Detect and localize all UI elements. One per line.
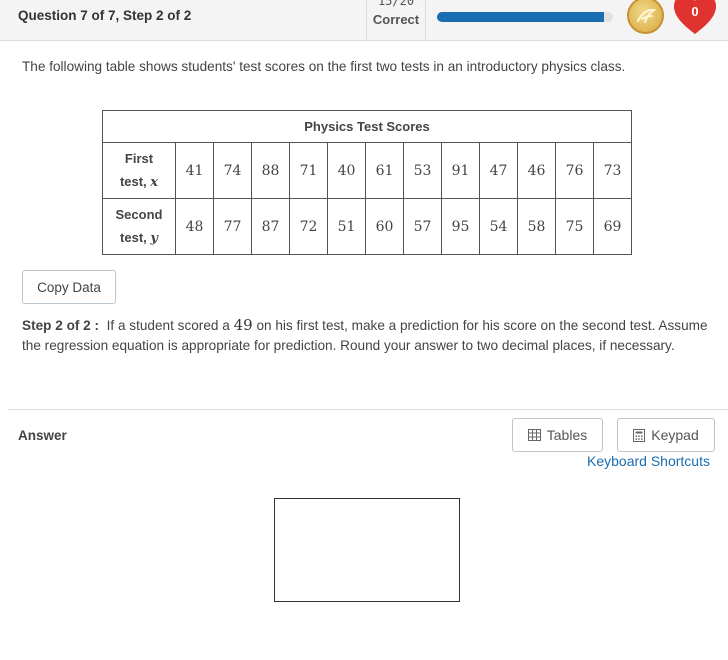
keypad-button[interactable]: Keypad: [617, 418, 715, 452]
step-text-a: If a student scored a: [106, 318, 230, 333]
table-cell: 71: [289, 142, 328, 199]
table-cell: 41: [175, 142, 214, 199]
table-grid-icon: [527, 429, 541, 441]
tables-button-label: Tables: [546, 427, 588, 443]
calculator-icon: [633, 428, 646, 442]
answer-label: Answer: [18, 428, 67, 443]
table-cell: 69: [593, 198, 632, 255]
row-header-first-test: First test, x: [102, 142, 176, 199]
row1-label: First: [124, 151, 154, 166]
keyboard-shortcuts-link[interactable]: Keyboard Shortcuts: [587, 453, 710, 469]
question-header: Question 7 of 7, Step 2 of 2 15/20 Corre…: [0, 0, 728, 41]
step-value: 49: [233, 316, 253, 334]
table-cell: 76: [555, 142, 594, 199]
table-cell: 47: [479, 142, 518, 199]
row2-label2: test,: [120, 230, 151, 245]
score-label: Correct: [372, 12, 420, 27]
table-cell: 95: [441, 198, 480, 255]
answer-panel: Answer Tables Keypad Keyboard Shortcuts: [8, 409, 728, 660]
table-caption: Physics Test Scores: [102, 110, 632, 143]
table-cell: 53: [403, 142, 442, 199]
table-cell: 91: [441, 142, 480, 199]
table-cell: 60: [365, 198, 404, 255]
step-prompt: Step 2 of 2 : If a student scored a 49 o…: [22, 315, 712, 356]
table-cell: 87: [251, 198, 290, 255]
table-cell: 46: [517, 142, 556, 199]
table-cell: 74: [213, 142, 252, 199]
row1-var: x: [150, 175, 159, 190]
tables-button[interactable]: Tables: [512, 418, 603, 452]
table-row-first-test: First test, x 41 74 88 71 40 61 53 91 47 46 76 73: [102, 142, 632, 199]
table-cell: 58: [517, 198, 556, 255]
question-intro: The following table shows students' test…: [22, 59, 626, 74]
keypad-button-label: Keypad: [651, 427, 699, 443]
heart-count: 0: [691, 4, 699, 19]
table-cell: 73: [593, 142, 632, 199]
row-header-second-test: Second test, y: [102, 198, 176, 255]
table-cell: 54: [479, 198, 518, 255]
row1-label2: test,: [119, 174, 151, 189]
table-row-second-test: Second test, y 48 77 87 72 51 60 57 95 54 58 75 69: [102, 198, 632, 255]
scores-table: Physics Test Scores First test, x 41 74 88…: [102, 110, 632, 255]
row2-var: y: [150, 231, 158, 246]
table-cell: 88: [251, 142, 290, 199]
table-cell: 75: [555, 198, 594, 255]
score-count: 15/20: [377, 0, 415, 8]
question-title: Question 7 of 7, Step 2 of 2: [18, 8, 192, 23]
table-cell: 40: [327, 142, 366, 199]
table-cell: 72: [289, 198, 328, 255]
row2-label: Second: [115, 207, 163, 222]
copy-data-button[interactable]: Copy Data: [22, 270, 116, 304]
progress-bar: [437, 12, 613, 22]
table-cell: 51: [327, 198, 366, 255]
table-cell: 48: [175, 198, 214, 255]
step-label: Step 2 of 2 :: [22, 318, 100, 333]
table-cell: 57: [403, 198, 442, 255]
table-cell: 61: [365, 142, 404, 199]
table-cell: 77: [213, 198, 252, 255]
question-panel: The following table shows students' test…: [8, 41, 728, 409]
coin-icon[interactable]: [627, 0, 664, 34]
score-indicator: 15/20 Correct: [366, 0, 426, 40]
progress-fill: [437, 12, 605, 22]
answer-input[interactable]: [274, 498, 460, 602]
